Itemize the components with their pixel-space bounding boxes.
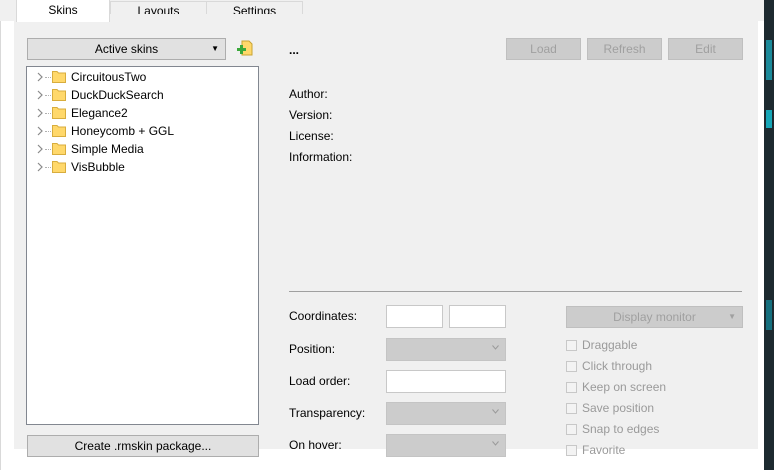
skin-name: ... — [289, 43, 300, 57]
load-order-label: Load order: — [289, 374, 351, 388]
tree-item[interactable]: Elegance2 — [27, 104, 258, 122]
checkbox-label: Keep on screen — [582, 380, 667, 394]
coordinate-x-field[interactable] — [386, 305, 443, 328]
transparency-select[interactable] — [386, 402, 506, 425]
tree-item-label: Honeycomb + GGL — [71, 124, 175, 138]
tree-item-label: Simple Media — [71, 142, 144, 156]
author-label: Author: — [289, 87, 328, 101]
separator — [289, 291, 742, 292]
load-button[interactable]: Load — [506, 38, 581, 60]
position-select[interactable] — [386, 338, 506, 361]
position-label: Position: — [289, 342, 336, 356]
chevron-right-icon[interactable] — [35, 125, 45, 137]
chevron-right-icon[interactable] — [35, 89, 45, 101]
checkbox-box[interactable] — [566, 382, 577, 393]
chevron-right-icon[interactable] — [35, 71, 45, 83]
tree-item[interactable]: VisBubble — [27, 158, 258, 176]
checkbox-box[interactable] — [566, 361, 577, 372]
folder-icon — [52, 143, 66, 155]
checkbox-box[interactable] — [566, 445, 577, 456]
save-position-checkbox[interactable]: Save position — [566, 401, 746, 417]
draggable-checkbox[interactable]: Draggable — [566, 338, 746, 354]
desktop-background-strip — [764, 0, 774, 470]
tree-item-label: CircuitousTwo — [71, 70, 147, 84]
checkbox-label: Favorite — [582, 443, 626, 457]
favorite-checkbox[interactable]: Favorite — [566, 443, 746, 459]
tree-item[interactable]: Honeycomb + GGL — [27, 122, 258, 140]
create-rmskin-package-button[interactable]: Create .rmskin package... — [27, 435, 259, 457]
on-hover-select[interactable] — [386, 434, 506, 457]
license-label: License: — [289, 129, 334, 143]
tree-item-label: VisBubble — [71, 160, 125, 174]
coordinates-label: Coordinates: — [289, 309, 358, 323]
folder-icon — [52, 107, 66, 119]
checkbox-label: Save position — [582, 401, 655, 415]
chevron-down-icon — [492, 441, 499, 446]
checkbox-label: Click through — [582, 359, 653, 373]
tree-item-label: Elegance2 — [71, 106, 128, 120]
transparency-label: Transparency: — [289, 406, 366, 420]
click-through-checkbox[interactable]: Click through — [566, 359, 746, 375]
coordinate-y-field[interactable] — [449, 305, 506, 328]
tree-item-label: DuckDuckSearch — [71, 88, 164, 102]
information-label: Information: — [289, 150, 353, 164]
keep-on-screen-checkbox[interactable]: Keep on screen — [566, 380, 746, 396]
chevron-down-icon: ▼ — [728, 312, 736, 321]
tree-item[interactable]: DuckDuckSearch — [27, 86, 258, 104]
chevron-down-icon — [492, 409, 499, 414]
chevron-down-icon: ▼ — [211, 44, 219, 53]
on-hover-label: On hover: — [289, 438, 342, 452]
chevron-down-icon — [492, 345, 499, 350]
active-skins-label: Active skins — [94, 42, 159, 56]
version-label: Version: — [289, 108, 333, 122]
folder-icon — [52, 89, 66, 101]
checkbox-box[interactable] — [566, 424, 577, 435]
snap-to-edges-checkbox[interactable]: Snap to edges — [566, 422, 746, 438]
folder-icon — [52, 125, 66, 137]
manage-window: Skins Layouts Settings Active skins ▼ Ci… — [0, 0, 774, 470]
checkbox-box[interactable] — [566, 340, 577, 351]
tree-item[interactable]: CircuitousTwo — [27, 68, 258, 86]
tab-skins[interactable]: Skins — [16, 0, 110, 22]
folder-icon — [52, 161, 66, 173]
checkbox-label: Draggable — [582, 338, 638, 352]
tree-item[interactable]: Simple Media — [27, 140, 258, 158]
skins-tree[interactable]: CircuitousTwo DuckDuckSearch Elegance2 H… — [26, 66, 259, 425]
display-monitor-label: Display monitor — [613, 310, 696, 324]
folder-icon — [52, 71, 66, 83]
active-skins-dropdown[interactable]: Active skins ▼ — [27, 38, 226, 60]
checkbox-box[interactable] — [566, 403, 577, 414]
chevron-right-icon[interactable] — [35, 143, 45, 155]
checkbox-label: Snap to edges — [582, 422, 660, 436]
display-monitor-dropdown[interactable]: Display monitor ▼ — [566, 306, 743, 328]
edit-button[interactable]: Edit — [668, 38, 743, 60]
chevron-right-icon[interactable] — [35, 107, 45, 119]
add-folder-icon[interactable] — [236, 39, 254, 57]
refresh-button[interactable]: Refresh — [587, 38, 662, 60]
chevron-right-icon[interactable] — [35, 161, 45, 173]
load-order-field[interactable] — [386, 370, 506, 393]
